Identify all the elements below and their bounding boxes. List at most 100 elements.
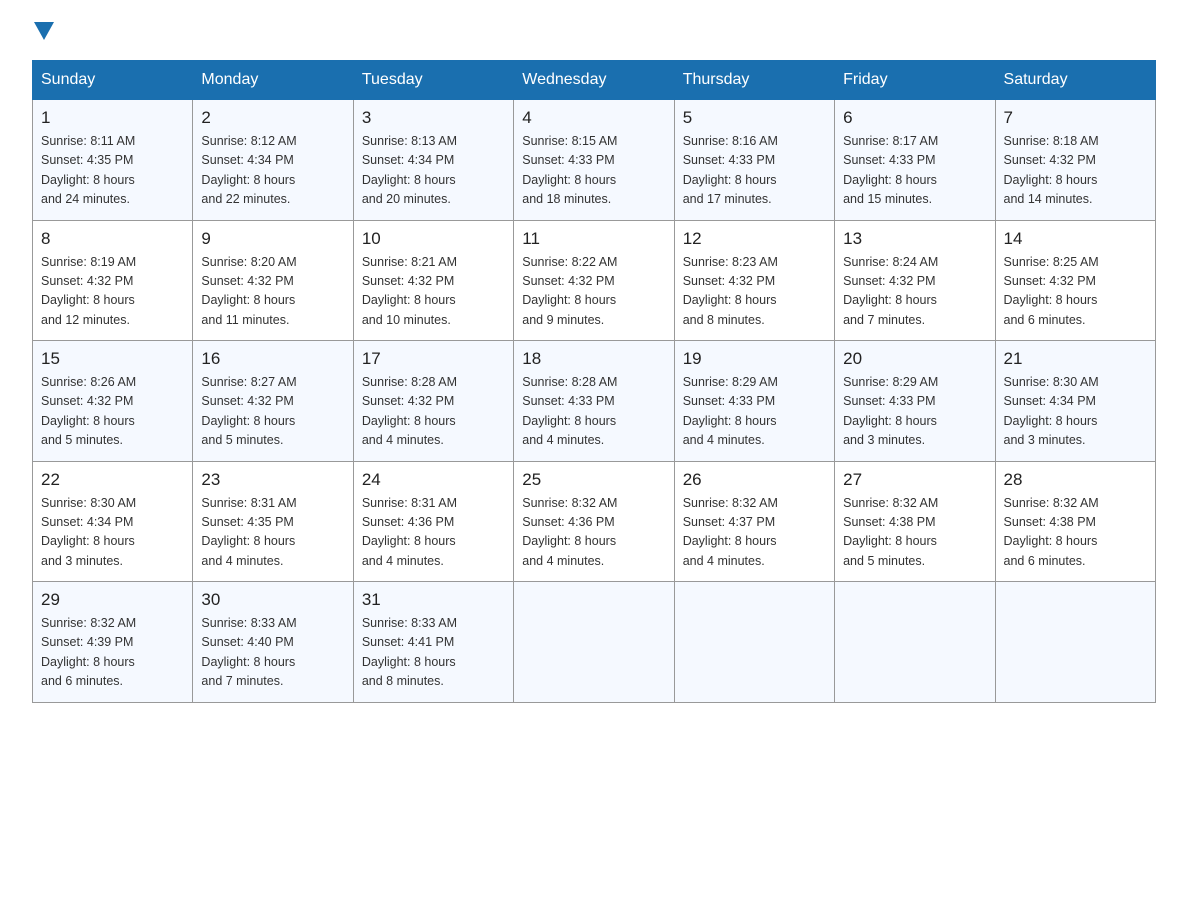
day-info: Sunrise: 8:32 AM Sunset: 4:36 PM Dayligh… xyxy=(522,494,665,572)
day-number: 10 xyxy=(362,229,505,249)
day-number: 24 xyxy=(362,470,505,490)
day-number: 31 xyxy=(362,590,505,610)
calendar-cell: 18 Sunrise: 8:28 AM Sunset: 4:33 PM Dayl… xyxy=(514,341,674,462)
day-number: 6 xyxy=(843,108,986,128)
day-number: 28 xyxy=(1004,470,1147,490)
calendar-cell: 24 Sunrise: 8:31 AM Sunset: 4:36 PM Dayl… xyxy=(353,461,513,582)
day-info: Sunrise: 8:16 AM Sunset: 4:33 PM Dayligh… xyxy=(683,132,826,210)
day-info: Sunrise: 8:30 AM Sunset: 4:34 PM Dayligh… xyxy=(41,494,184,572)
calendar-cell: 19 Sunrise: 8:29 AM Sunset: 4:33 PM Dayl… xyxy=(674,341,834,462)
day-info: Sunrise: 8:33 AM Sunset: 4:40 PM Dayligh… xyxy=(201,614,344,692)
day-info: Sunrise: 8:21 AM Sunset: 4:32 PM Dayligh… xyxy=(362,253,505,331)
calendar-cell: 16 Sunrise: 8:27 AM Sunset: 4:32 PM Dayl… xyxy=(193,341,353,462)
calendar-cell: 23 Sunrise: 8:31 AM Sunset: 4:35 PM Dayl… xyxy=(193,461,353,582)
calendar-body: 1 Sunrise: 8:11 AM Sunset: 4:35 PM Dayli… xyxy=(33,100,1156,703)
calendar-cell: 3 Sunrise: 8:13 AM Sunset: 4:34 PM Dayli… xyxy=(353,100,513,221)
day-info: Sunrise: 8:33 AM Sunset: 4:41 PM Dayligh… xyxy=(362,614,505,692)
day-info: Sunrise: 8:17 AM Sunset: 4:33 PM Dayligh… xyxy=(843,132,986,210)
calendar-cell: 14 Sunrise: 8:25 AM Sunset: 4:32 PM Dayl… xyxy=(995,220,1155,341)
day-number: 8 xyxy=(41,229,184,249)
calendar-cell xyxy=(835,582,995,703)
day-info: Sunrise: 8:11 AM Sunset: 4:35 PM Dayligh… xyxy=(41,132,184,210)
day-of-week-header: Thursday xyxy=(674,61,834,100)
calendar-cell: 13 Sunrise: 8:24 AM Sunset: 4:32 PM Dayl… xyxy=(835,220,995,341)
day-number: 29 xyxy=(41,590,184,610)
day-info: Sunrise: 8:28 AM Sunset: 4:32 PM Dayligh… xyxy=(362,373,505,451)
day-info: Sunrise: 8:25 AM Sunset: 4:32 PM Dayligh… xyxy=(1004,253,1147,331)
calendar-cell: 8 Sunrise: 8:19 AM Sunset: 4:32 PM Dayli… xyxy=(33,220,193,341)
calendar-cell: 31 Sunrise: 8:33 AM Sunset: 4:41 PM Dayl… xyxy=(353,582,513,703)
day-info: Sunrise: 8:20 AM Sunset: 4:32 PM Dayligh… xyxy=(201,253,344,331)
day-info: Sunrise: 8:32 AM Sunset: 4:37 PM Dayligh… xyxy=(683,494,826,572)
calendar-cell: 25 Sunrise: 8:32 AM Sunset: 4:36 PM Dayl… xyxy=(514,461,674,582)
day-number: 4 xyxy=(522,108,665,128)
day-info: Sunrise: 8:22 AM Sunset: 4:32 PM Dayligh… xyxy=(522,253,665,331)
day-info: Sunrise: 8:26 AM Sunset: 4:32 PM Dayligh… xyxy=(41,373,184,451)
calendar-cell: 6 Sunrise: 8:17 AM Sunset: 4:33 PM Dayli… xyxy=(835,100,995,221)
page-header xyxy=(32,24,1156,42)
day-number: 27 xyxy=(843,470,986,490)
calendar-cell: 4 Sunrise: 8:15 AM Sunset: 4:33 PM Dayli… xyxy=(514,100,674,221)
calendar-cell: 2 Sunrise: 8:12 AM Sunset: 4:34 PM Dayli… xyxy=(193,100,353,221)
day-info: Sunrise: 8:27 AM Sunset: 4:32 PM Dayligh… xyxy=(201,373,344,451)
day-number: 15 xyxy=(41,349,184,369)
day-number: 17 xyxy=(362,349,505,369)
calendar-cell: 21 Sunrise: 8:30 AM Sunset: 4:34 PM Dayl… xyxy=(995,341,1155,462)
day-number: 5 xyxy=(683,108,826,128)
calendar-cell xyxy=(514,582,674,703)
day-number: 30 xyxy=(201,590,344,610)
day-number: 25 xyxy=(522,470,665,490)
day-info: Sunrise: 8:30 AM Sunset: 4:34 PM Dayligh… xyxy=(1004,373,1147,451)
day-info: Sunrise: 8:32 AM Sunset: 4:39 PM Dayligh… xyxy=(41,614,184,692)
calendar-week-row: 1 Sunrise: 8:11 AM Sunset: 4:35 PM Dayli… xyxy=(33,100,1156,221)
calendar-table: SundayMondayTuesdayWednesdayThursdayFrid… xyxy=(32,60,1156,703)
day-info: Sunrise: 8:29 AM Sunset: 4:33 PM Dayligh… xyxy=(683,373,826,451)
calendar-cell: 22 Sunrise: 8:30 AM Sunset: 4:34 PM Dayl… xyxy=(33,461,193,582)
calendar-week-row: 22 Sunrise: 8:30 AM Sunset: 4:34 PM Dayl… xyxy=(33,461,1156,582)
calendar-cell: 29 Sunrise: 8:32 AM Sunset: 4:39 PM Dayl… xyxy=(33,582,193,703)
day-number: 20 xyxy=(843,349,986,369)
calendar-cell: 17 Sunrise: 8:28 AM Sunset: 4:32 PM Dayl… xyxy=(353,341,513,462)
day-info: Sunrise: 8:32 AM Sunset: 4:38 PM Dayligh… xyxy=(1004,494,1147,572)
day-info: Sunrise: 8:32 AM Sunset: 4:38 PM Dayligh… xyxy=(843,494,986,572)
calendar-cell: 9 Sunrise: 8:20 AM Sunset: 4:32 PM Dayli… xyxy=(193,220,353,341)
day-number: 1 xyxy=(41,108,184,128)
day-of-week-header: Wednesday xyxy=(514,61,674,100)
day-info: Sunrise: 8:12 AM Sunset: 4:34 PM Dayligh… xyxy=(201,132,344,210)
day-of-week-header: Tuesday xyxy=(353,61,513,100)
day-number: 21 xyxy=(1004,349,1147,369)
day-number: 12 xyxy=(683,229,826,249)
calendar-cell: 7 Sunrise: 8:18 AM Sunset: 4:32 PM Dayli… xyxy=(995,100,1155,221)
day-number: 16 xyxy=(201,349,344,369)
calendar-cell: 30 Sunrise: 8:33 AM Sunset: 4:40 PM Dayl… xyxy=(193,582,353,703)
calendar-cell: 12 Sunrise: 8:23 AM Sunset: 4:32 PM Dayl… xyxy=(674,220,834,341)
day-info: Sunrise: 8:15 AM Sunset: 4:33 PM Dayligh… xyxy=(522,132,665,210)
logo xyxy=(32,24,56,42)
calendar-cell xyxy=(674,582,834,703)
day-number: 23 xyxy=(201,470,344,490)
day-number: 3 xyxy=(362,108,505,128)
days-of-week-row: SundayMondayTuesdayWednesdayThursdayFrid… xyxy=(33,61,1156,100)
calendar-cell: 27 Sunrise: 8:32 AM Sunset: 4:38 PM Dayl… xyxy=(835,461,995,582)
day-number: 7 xyxy=(1004,108,1147,128)
logo-triangle-icon xyxy=(34,22,54,40)
calendar-cell: 20 Sunrise: 8:29 AM Sunset: 4:33 PM Dayl… xyxy=(835,341,995,462)
day-of-week-header: Saturday xyxy=(995,61,1155,100)
day-number: 26 xyxy=(683,470,826,490)
calendar-cell: 10 Sunrise: 8:21 AM Sunset: 4:32 PM Dayl… xyxy=(353,220,513,341)
day-info: Sunrise: 8:28 AM Sunset: 4:33 PM Dayligh… xyxy=(522,373,665,451)
calendar-cell: 5 Sunrise: 8:16 AM Sunset: 4:33 PM Dayli… xyxy=(674,100,834,221)
day-of-week-header: Sunday xyxy=(33,61,193,100)
day-info: Sunrise: 8:19 AM Sunset: 4:32 PM Dayligh… xyxy=(41,253,184,331)
day-number: 11 xyxy=(522,229,665,249)
day-number: 13 xyxy=(843,229,986,249)
calendar-cell: 28 Sunrise: 8:32 AM Sunset: 4:38 PM Dayl… xyxy=(995,461,1155,582)
calendar-week-row: 8 Sunrise: 8:19 AM Sunset: 4:32 PM Dayli… xyxy=(33,220,1156,341)
day-of-week-header: Friday xyxy=(835,61,995,100)
calendar-cell: 15 Sunrise: 8:26 AM Sunset: 4:32 PM Dayl… xyxy=(33,341,193,462)
day-info: Sunrise: 8:29 AM Sunset: 4:33 PM Dayligh… xyxy=(843,373,986,451)
calendar-week-row: 15 Sunrise: 8:26 AM Sunset: 4:32 PM Dayl… xyxy=(33,341,1156,462)
calendar-week-row: 29 Sunrise: 8:32 AM Sunset: 4:39 PM Dayl… xyxy=(33,582,1156,703)
day-of-week-header: Monday xyxy=(193,61,353,100)
day-info: Sunrise: 8:23 AM Sunset: 4:32 PM Dayligh… xyxy=(683,253,826,331)
